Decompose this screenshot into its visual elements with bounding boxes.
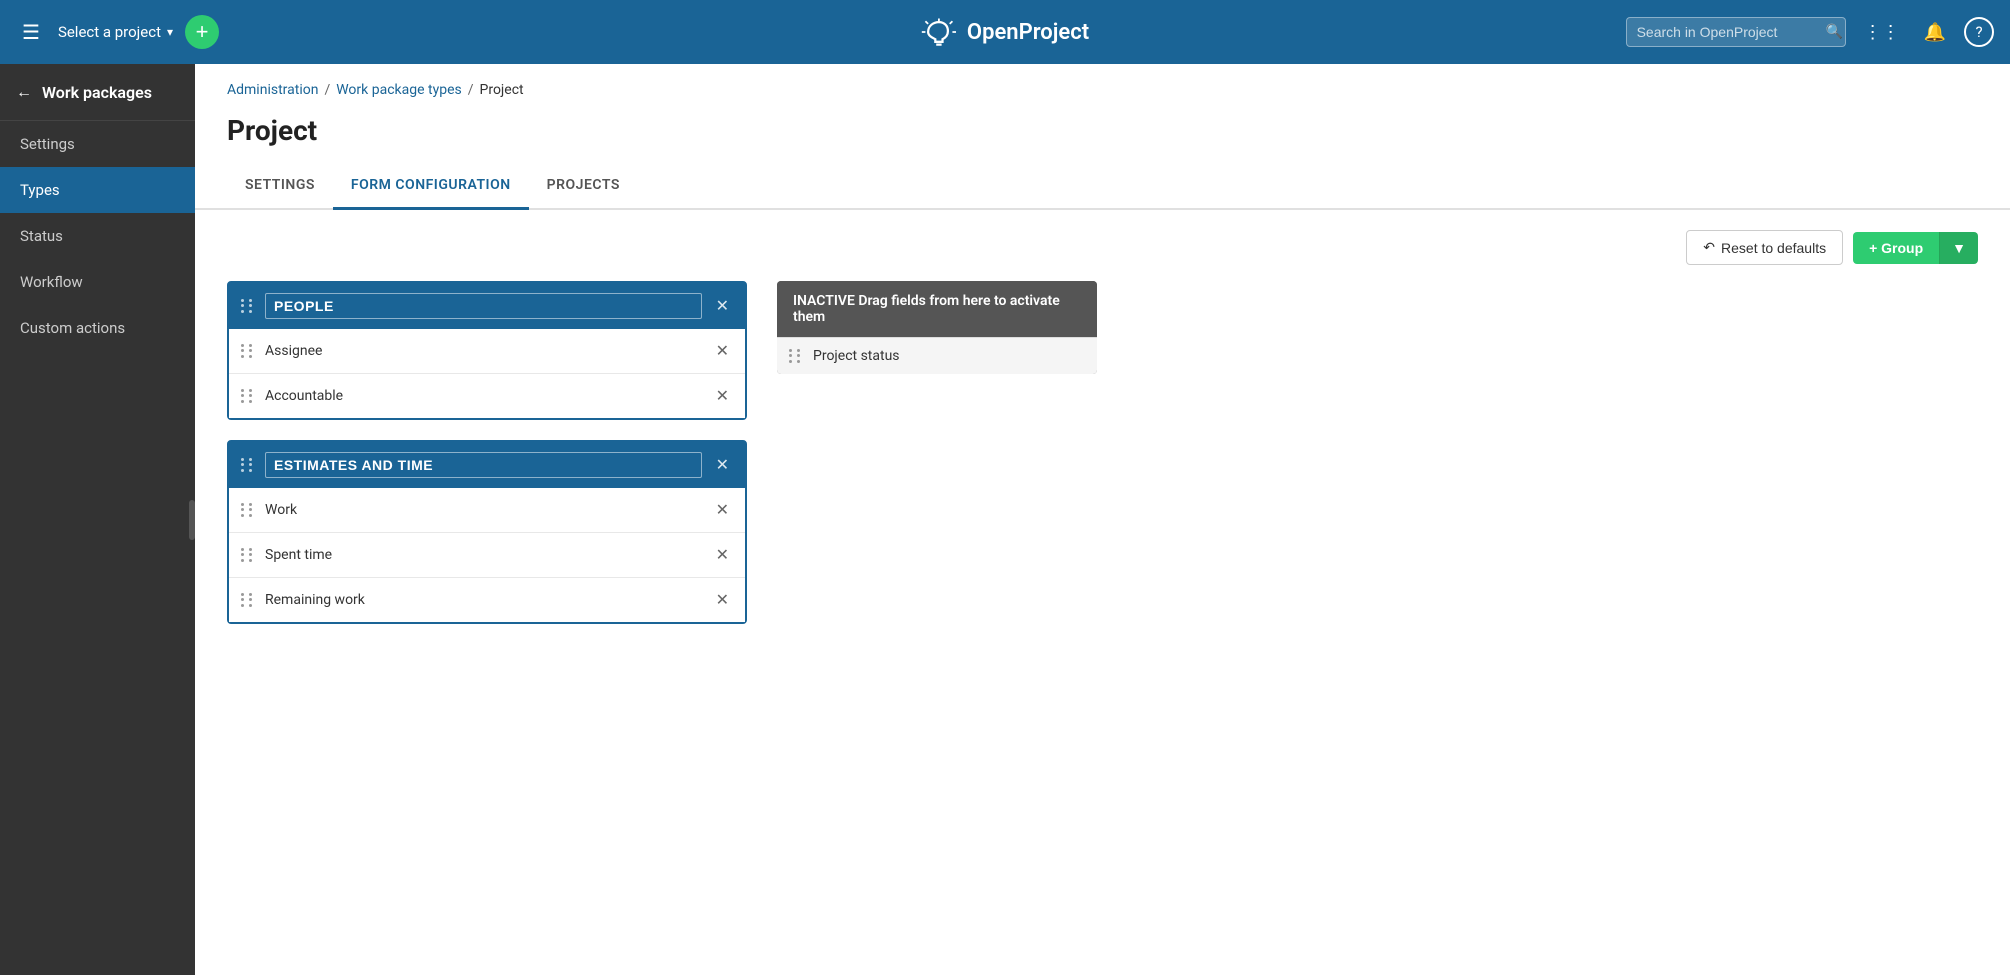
group-people-title-input[interactable] xyxy=(265,293,702,319)
grid-icon[interactable]: ⋮⋮ xyxy=(1858,16,1906,49)
project-select[interactable]: Select a project ▾ xyxy=(58,23,173,41)
field-assignee: Assignee ✕ xyxy=(229,329,745,374)
field-assignee-drag-handle[interactable] xyxy=(241,344,255,358)
group-estimates-title-input[interactable] xyxy=(265,452,702,478)
tabs-bar: SETTINGS FORM CONFIGURATION PROJECTS xyxy=(195,163,2010,210)
field-remaining-work: Remaining work ✕ xyxy=(229,578,745,622)
sidebar-resize-handle[interactable] xyxy=(189,500,195,540)
field-assignee-label: Assignee xyxy=(265,343,702,359)
active-groups-column: ✕ Assignee ✕ xyxy=(227,281,747,624)
search-input[interactable] xyxy=(1637,24,1818,40)
inactive-item-project-status-label: Project status xyxy=(813,348,900,364)
reset-defaults-label: Reset to defaults xyxy=(1721,240,1826,256)
sidebar-item-custom-actions-label: Custom actions xyxy=(20,319,125,337)
field-work-drag-handle[interactable] xyxy=(241,503,255,517)
sidebar-item-types[interactable]: Types xyxy=(0,167,195,213)
group-estimates-drag-handle[interactable] xyxy=(241,458,255,472)
notifications-icon[interactable]: 🔔 xyxy=(1918,16,1952,49)
group-people: ✕ Assignee ✕ xyxy=(227,281,747,420)
field-work: Work ✕ xyxy=(229,488,745,533)
add-group-btn-group: + Group ▼ xyxy=(1853,232,1978,264)
group-estimates-close-button[interactable]: ✕ xyxy=(712,453,733,477)
sidebar-section-title: Work packages xyxy=(42,83,152,102)
breadcrumb: Administration / Work package types / Pr… xyxy=(195,64,2010,106)
field-spent-time-label: Spent time xyxy=(265,547,702,563)
sidebar-item-types-label: Types xyxy=(20,181,60,199)
logo-icon xyxy=(921,18,957,46)
sidebar-item-workflow[interactable]: Workflow xyxy=(0,259,195,305)
field-remaining-work-drag-handle[interactable] xyxy=(241,593,255,607)
field-accountable-drag-handle[interactable] xyxy=(241,389,255,403)
field-assignee-remove-button[interactable]: ✕ xyxy=(712,339,733,363)
field-spent-time-remove-button[interactable]: ✕ xyxy=(712,543,733,567)
inactive-header: INACTIVE Drag fields from here to activa… xyxy=(777,281,1097,337)
breadcrumb-current: Project xyxy=(480,82,524,98)
app-logo: OpenProject xyxy=(921,18,1089,46)
group-estimates-header: ✕ xyxy=(229,442,745,488)
add-project-button[interactable]: + xyxy=(185,15,219,49)
tab-form-configuration[interactable]: FORM CONFIGURATION xyxy=(333,163,529,210)
reset-defaults-button[interactable]: ↶ Reset to defaults xyxy=(1686,230,1843,265)
group-estimates: ✕ Work ✕ xyxy=(227,440,747,624)
inactive-item-project-status[interactable]: Project status xyxy=(777,337,1097,374)
field-accountable: Accountable ✕ xyxy=(229,374,745,418)
help-icon[interactable]: ? xyxy=(1964,17,1994,47)
main-layout: ← Work packages Settings Types Status Wo… xyxy=(0,64,2010,975)
project-select-label: Select a project xyxy=(58,23,161,41)
breadcrumb-work-package-types[interactable]: Work package types xyxy=(336,82,462,98)
field-spent-time-drag-handle[interactable] xyxy=(241,548,255,562)
inactive-panel: INACTIVE Drag fields from here to activa… xyxy=(777,281,1097,374)
group-people-header: ✕ xyxy=(229,283,745,329)
field-remaining-work-label: Remaining work xyxy=(265,592,702,608)
form-area: ✕ Assignee ✕ xyxy=(195,281,2010,656)
logo-text: OpenProject xyxy=(967,20,1089,45)
sidebar-back[interactable]: ← Work packages xyxy=(0,64,195,121)
sidebar-item-status-label: Status xyxy=(20,227,63,245)
field-remaining-work-remove-button[interactable]: ✕ xyxy=(712,588,733,612)
inactive-item-drag-handle[interactable] xyxy=(789,349,803,363)
sidebar-item-custom-actions[interactable]: Custom actions xyxy=(0,305,195,351)
group-people-drag-handle[interactable] xyxy=(241,299,255,313)
field-work-label: Work xyxy=(265,502,702,518)
field-accountable-label: Accountable xyxy=(265,388,702,404)
breadcrumb-sep-1: / xyxy=(324,82,330,98)
inactive-header-text: INACTIVE Drag fields from here to activa… xyxy=(793,293,1060,325)
reset-icon: ↶ xyxy=(1703,239,1715,256)
tab-settings[interactable]: SETTINGS xyxy=(227,163,333,210)
add-group-button[interactable]: + Group xyxy=(1853,232,1939,264)
main-content: Administration / Work package types / Pr… xyxy=(195,64,2010,975)
sidebar-item-workflow-label: Workflow xyxy=(20,273,83,291)
hamburger-icon[interactable]: ☰ xyxy=(16,14,46,50)
sidebar: ← Work packages Settings Types Status Wo… xyxy=(0,64,195,975)
field-spent-time: Spent time ✕ xyxy=(229,533,745,578)
toolbar: ↶ Reset to defaults + Group ▼ xyxy=(195,210,2010,281)
sidebar-item-settings-label: Settings xyxy=(20,135,75,153)
sidebar-item-status[interactable]: Status xyxy=(0,213,195,259)
field-accountable-remove-button[interactable]: ✕ xyxy=(712,384,733,408)
breadcrumb-administration[interactable]: Administration xyxy=(227,82,318,98)
top-navigation: ☰ Select a project ▾ + OpenProject 🔍 ⋮⋮ … xyxy=(0,0,2010,64)
inactive-column: INACTIVE Drag fields from here to activa… xyxy=(777,281,1097,374)
nav-right: 🔍 ⋮⋮ 🔔 ? xyxy=(1626,16,1994,49)
breadcrumb-sep-2: / xyxy=(468,82,474,98)
sidebar-item-settings[interactable]: Settings xyxy=(0,121,195,167)
search-icon: 🔍 xyxy=(1826,24,1843,40)
field-work-remove-button[interactable]: ✕ xyxy=(712,498,733,522)
project-select-arrow: ▾ xyxy=(167,25,173,39)
tab-projects[interactable]: PROJECTS xyxy=(529,163,638,210)
page-title: Project xyxy=(195,106,2010,163)
back-arrow-icon: ← xyxy=(16,82,32,102)
group-people-close-button[interactable]: ✕ xyxy=(712,294,733,318)
search-box[interactable]: 🔍 xyxy=(1626,17,1846,47)
add-group-dropdown-button[interactable]: ▼ xyxy=(1939,232,1978,264)
